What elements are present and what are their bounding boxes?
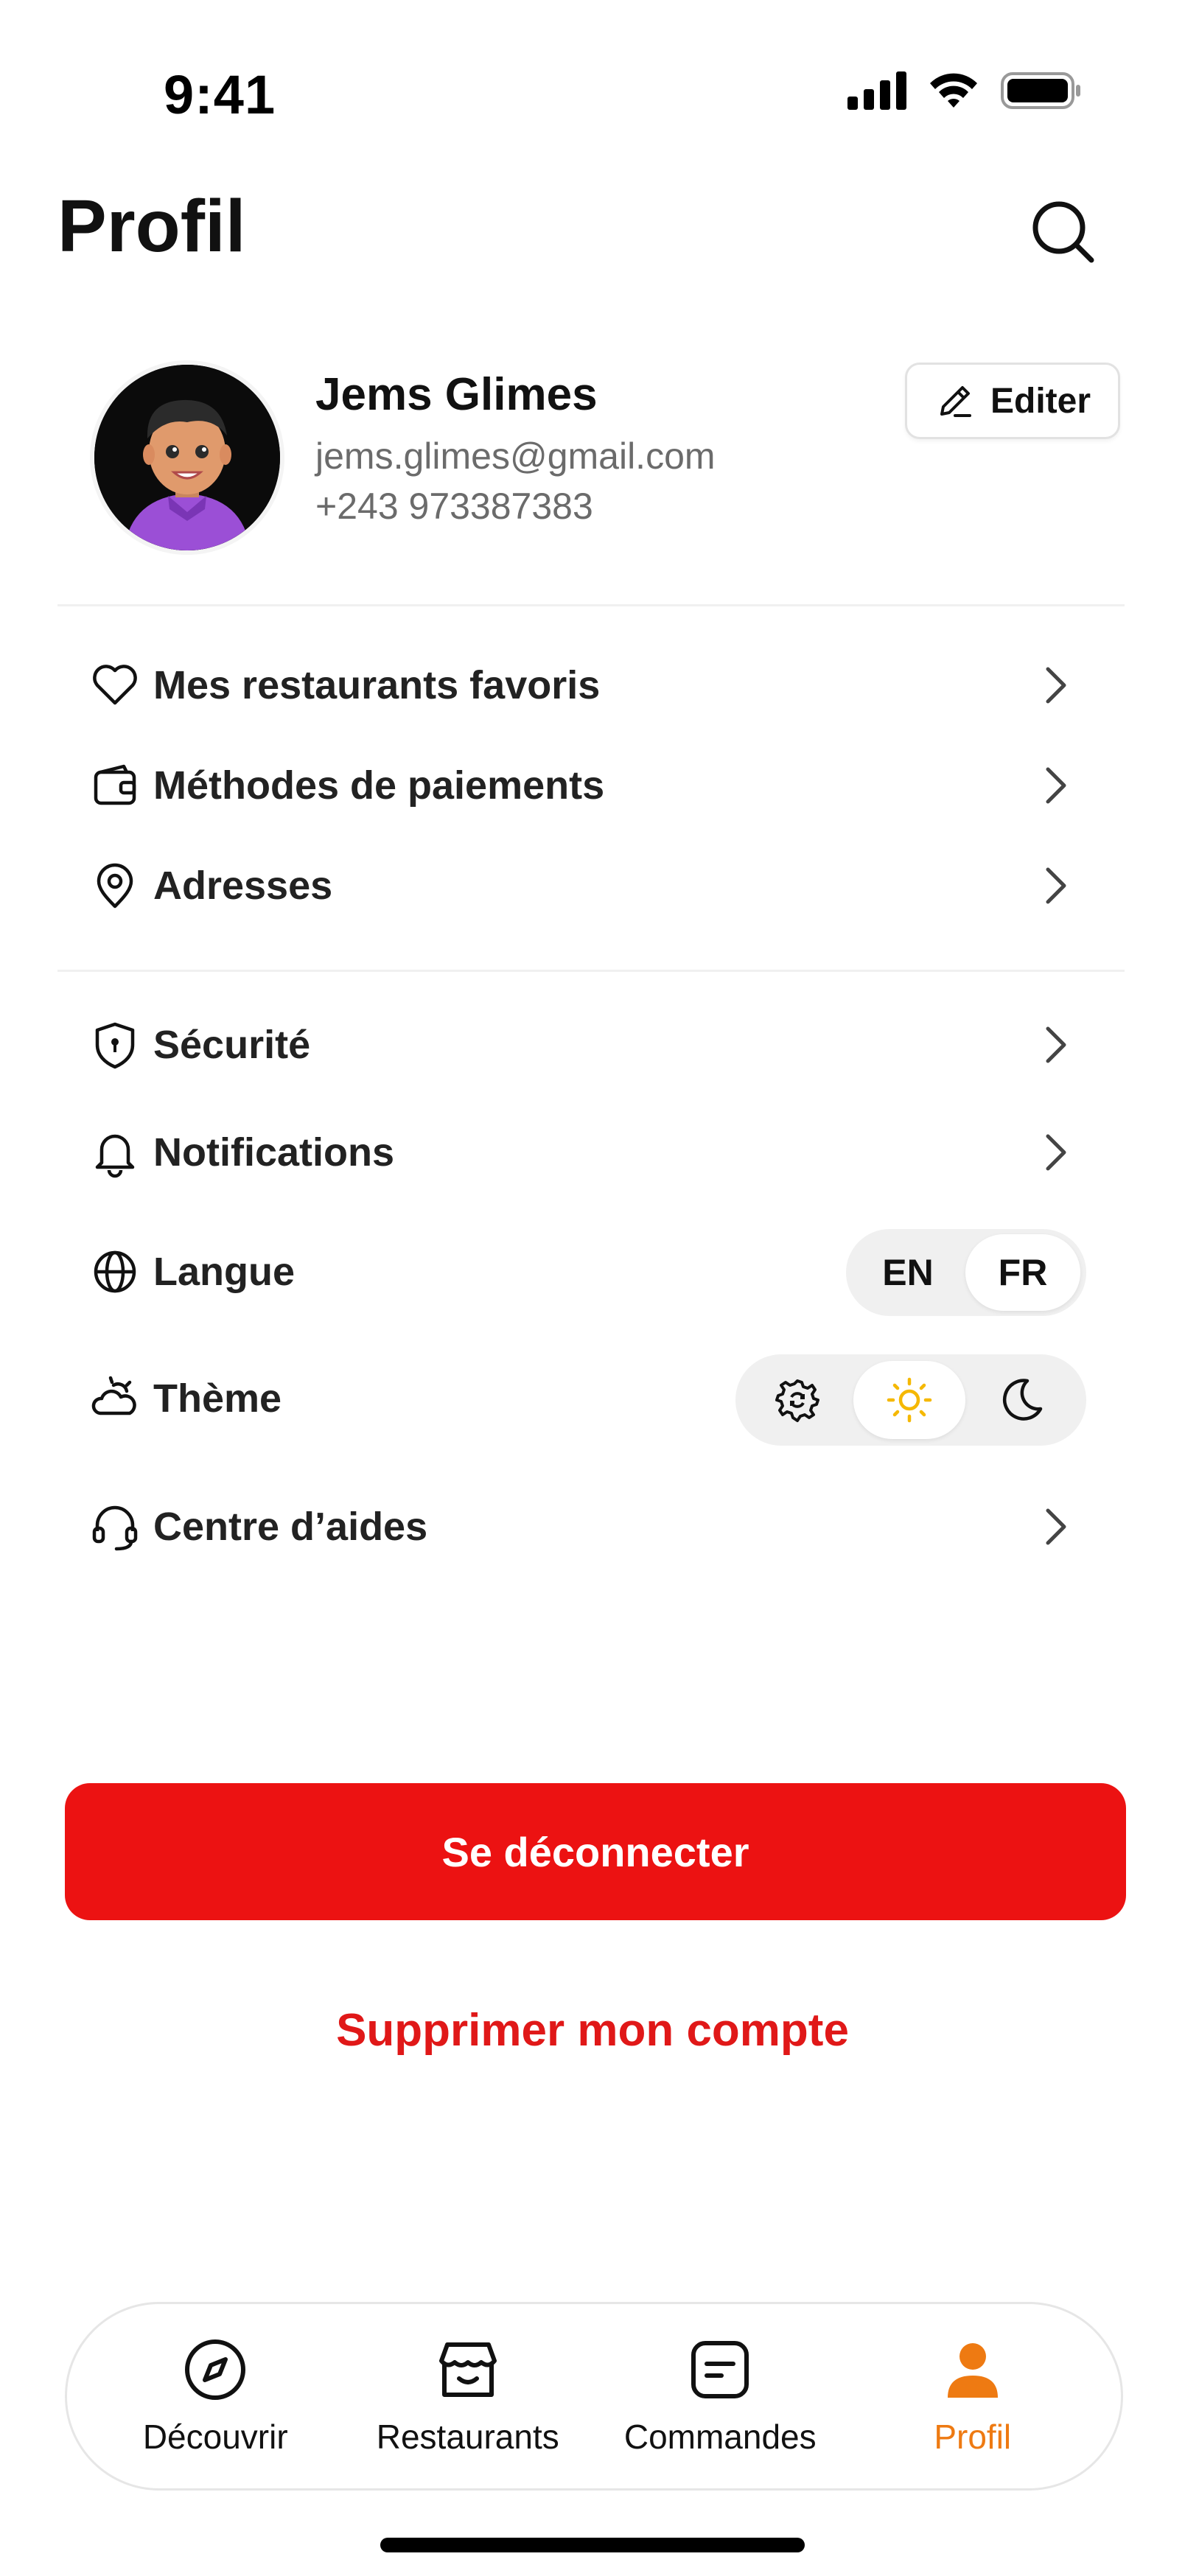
divider (57, 970, 1125, 972)
language-toggle: EN FR (846, 1229, 1086, 1316)
location-pin-icon (97, 863, 133, 909)
status-icons (847, 71, 1082, 111)
pencil-icon (940, 386, 971, 417)
menu-item-addresses[interactable]: Adresses (57, 841, 1125, 930)
menu-item-notifications[interactable]: Notifications (57, 1108, 1125, 1197)
menu-item-label: Sécurité (153, 1023, 311, 1067)
nav-label: Restaurants (376, 2418, 559, 2456)
chevron-right-icon (1046, 1508, 1066, 1545)
chevron-right-icon (1046, 1134, 1066, 1171)
delete-account-link[interactable]: Supprimer mon compte (0, 2004, 1185, 2057)
chevron-right-icon (1046, 667, 1066, 704)
user-name: Jems Glimes (315, 369, 598, 420)
sun-icon (887, 1377, 932, 1423)
user-phone: +243 973387383 (315, 486, 593, 527)
menu-item-help-center[interactable]: Centre d’aides (57, 1483, 1125, 1571)
language-option-fr[interactable]: FR (965, 1234, 1080, 1311)
chevron-right-icon (1046, 767, 1066, 804)
menu-item-label: Mes restaurants favoris (153, 663, 601, 707)
store-icon (438, 2342, 497, 2397)
nav-label: Commandes (623, 2418, 817, 2456)
cellular-signal-icon (847, 71, 906, 110)
nav-item-restaurants[interactable]: Restaurants (343, 2336, 593, 2457)
wifi-icon (930, 73, 977, 108)
chevron-right-icon (1046, 867, 1066, 904)
avatar-illustration (94, 365, 280, 550)
menu-item-payment-methods[interactable]: Méthodes de paiements (57, 741, 1125, 830)
headset-icon (92, 1505, 138, 1551)
order-icon (691, 2341, 749, 2398)
status-time: 9:41 (164, 64, 276, 125)
nav-label: Profil (934, 2418, 1012, 2456)
bottom-navigation: Découvrir Restaurants Commandes Profil (65, 2302, 1123, 2491)
cloud-sun-icon (91, 1376, 136, 1415)
theme-option-system[interactable] (741, 1361, 853, 1439)
wallet-icon (94, 764, 136, 805)
theme-option-light[interactable] (853, 1361, 965, 1439)
menu-item-label: Méthodes de paiements (153, 763, 605, 808)
page-title: Profil (57, 185, 246, 267)
menu-item-security[interactable]: Sécurité (57, 1001, 1125, 1089)
menu-item-label: Adresses (153, 864, 333, 908)
chevron-right-icon (1046, 1026, 1066, 1063)
bell-icon (95, 1134, 135, 1178)
nav-item-discover[interactable]: Découvrir (90, 2336, 340, 2457)
avatar (94, 365, 280, 550)
nav-item-orders[interactable]: Commandes (595, 2336, 845, 2457)
theme-option-dark[interactable] (965, 1361, 1077, 1439)
theme-toggle (735, 1354, 1086, 1446)
edit-profile-button[interactable]: Editer (905, 363, 1120, 439)
menu-item-label: Notifications (153, 1130, 395, 1175)
shield-lock-icon (95, 1022, 135, 1069)
globe-icon (94, 1250, 136, 1293)
user-icon (947, 2343, 998, 2398)
heart-icon (93, 665, 137, 705)
home-indicator (380, 2538, 805, 2552)
divider (57, 604, 1125, 606)
search-button[interactable] (1026, 195, 1100, 268)
logout-button[interactable]: Se déconnecter (65, 1783, 1126, 1920)
compass-icon (185, 2339, 246, 2400)
system-icon (775, 1379, 819, 1422)
nav-label: Découvrir (142, 2418, 288, 2456)
edit-label: Editer (990, 381, 1091, 421)
user-email: jems.glimes@gmail.com (315, 435, 716, 477)
language-option-en[interactable]: EN (850, 1234, 965, 1311)
search-icon (1032, 201, 1094, 263)
menu-item-favorite-restaurants[interactable]: Mes restaurants favoris (57, 641, 1125, 729)
battery-icon (1001, 72, 1080, 109)
status-bar: 9:41 (0, 0, 1185, 147)
nav-item-profile[interactable]: Profil (847, 2336, 1098, 2457)
moon-icon (1002, 1379, 1043, 1421)
menu-item-label: Centre d’aides (153, 1505, 428, 1549)
